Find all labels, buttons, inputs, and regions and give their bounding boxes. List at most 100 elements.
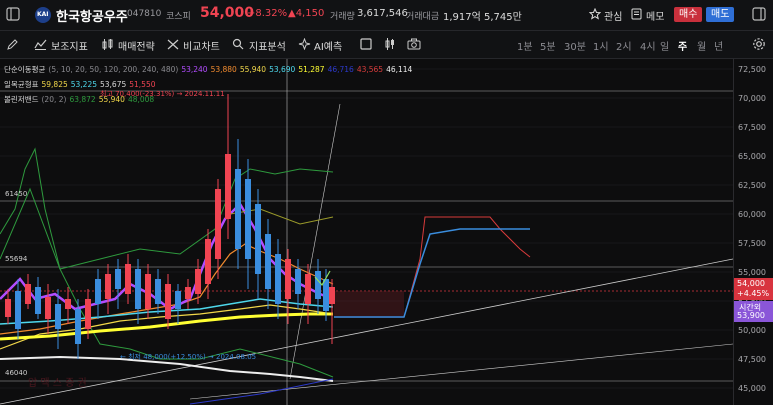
tab-timeframe-9[interactable]: 월 [697,38,706,53]
analysis-icon[interactable] [232,38,245,50]
company-logo: KAI [35,7,51,23]
bollinger-legend-label: 볼린저밴드 [4,95,39,104]
price-tick: 72,500 [738,65,766,74]
candle-body [145,274,151,309]
memo-icon[interactable] [631,8,642,20]
after-hours-tag: 시간외 53,900 [734,301,773,322]
cloud-shade [334,291,404,318]
candle-body [45,297,51,319]
watch-star-icon[interactable] [589,8,601,20]
current-price: 54,000 [200,5,255,21]
candle-body [15,291,21,329]
candle-body [275,254,281,304]
candle-body [155,279,161,304]
stock-name[interactable]: 한국항공우주 [56,6,128,25]
axis-current-price: 54,000 [737,279,765,288]
candle-body [215,189,221,259]
volume-label: 거래량 [330,12,355,22]
price-chart[interactable]: 단순이동평균 (5, 10, 20, 50, 120, 200, 240, 480… [0,59,733,405]
price-tick: 45,000 [738,384,766,393]
price-tick: 67,500 [738,123,766,132]
candle-body [205,239,211,284]
candle-body [195,269,201,294]
back-icon[interactable] [6,7,20,21]
stock-header: KAI 한국항공우주 047810 코스피 54,000 +8.32% ▲4,1… [0,0,773,31]
price-axis[interactable]: 72,500 70,000 67,500 65,000 62,500 60,000 57,5… [733,59,773,405]
panel-toggle-icon[interactable] [752,7,766,21]
candle-type-icon[interactable] [384,37,396,51]
ichimoku-legend-label: 일목균형표 [4,80,39,89]
tab-timeframe-6[interactable]: 4시 [640,38,656,53]
price-tick: 57,500 [738,239,766,248]
ma-200-value: 46,716 [327,65,354,74]
level-label-1: 61450 [5,190,28,198]
compare-icon[interactable] [167,39,179,50]
square-icon[interactable] [360,38,372,50]
candle-body [135,269,141,309]
candle-body [95,279,101,304]
tab-timeframe-8[interactable]: 주 [678,38,687,53]
chart-canvas[interactable] [0,59,733,405]
trade-value: 1,917억 5,745만 [443,12,522,23]
candle-body [85,299,91,329]
tab-timeframe-10[interactable]: 년 [714,38,723,53]
axis-current-pct: +4.45% [737,289,770,298]
strategy-icon[interactable] [101,39,114,50]
analysis-button[interactable]: 지표분석 [249,38,286,53]
camera-icon[interactable] [407,38,421,50]
price-tick: 65,000 [738,152,766,161]
price-tick: 47,500 [738,355,766,364]
strategy-button[interactable]: 매매전략 [118,38,155,53]
buy-button[interactable]: 매수 [674,7,703,22]
ma-10-value: 53,880 [210,65,237,74]
compare-button[interactable]: 비교차트 [183,38,220,53]
ai-predict-button[interactable]: AI예측 [314,38,342,53]
candle-body [329,287,335,304]
market-label: 코스피 [166,12,191,22]
candle-body [175,291,181,309]
candle-body [35,287,41,314]
current-price-tag: 54,000 +4.45% [734,278,773,300]
ichimoku-value-4: 51,550 [129,80,156,89]
candle-body [323,279,329,311]
candle-body [295,269,301,294]
tab-timeframe-1[interactable]: 1분 [517,38,533,53]
candle-body [225,154,231,219]
bollinger-upper-line [0,168,334,270]
candle-body [165,284,171,319]
candle-body [115,269,121,289]
bollinger-upper-value: 63,872 [69,95,96,104]
ma-480-value: 46,114 [386,65,413,74]
candle-body [255,204,261,274]
tab-timeframe-2[interactable]: 5분 [540,38,556,53]
tab-timeframe-3[interactable]: 30분 [564,38,586,53]
watch-button[interactable]: 관심 [604,8,622,23]
indicators-button[interactable]: 보조지표 [51,38,88,53]
tab-timeframe-4[interactable]: 1시 [593,38,609,53]
settings-gear-icon[interactable] [752,37,766,51]
ma-legend-params: (5, 10, 20, 50, 120, 200, 240, 480) [48,65,179,74]
ai-icon[interactable] [298,38,311,50]
sell-button[interactable]: 매도 [706,7,735,22]
candle-body [125,264,131,294]
pencil-icon[interactable] [6,38,19,51]
indicator-icon[interactable] [34,39,47,50]
level-label-3: 46040 [5,369,28,377]
level-label-2: 55694 [5,255,28,263]
logo-text: KAI [37,11,49,18]
candle-body [265,234,271,289]
high-annotation: 최고 70,400(-23.31%) → 2024.11.11 [100,90,225,98]
candle-body [105,274,111,299]
candle-body [25,284,31,304]
tab-timeframe-7[interactable]: 일 [660,38,669,53]
price-tick: 70,000 [738,94,766,103]
ma-legend-label: 단순이동평균 [4,65,46,74]
ichimoku-value-3: 53,675 [100,80,127,89]
candle-body [55,304,61,329]
memo-button[interactable]: 메모 [646,8,664,23]
ma-legend[interactable]: 단순이동평균 (5, 10, 20, 50, 120, 200, 240, 480… [4,64,415,75]
ma-50-value: 53,690 [269,65,296,74]
tab-timeframe-5[interactable]: 2시 [616,38,632,53]
change-amount: ▲4,150 [288,8,325,19]
price-tick: 50,000 [738,326,766,335]
